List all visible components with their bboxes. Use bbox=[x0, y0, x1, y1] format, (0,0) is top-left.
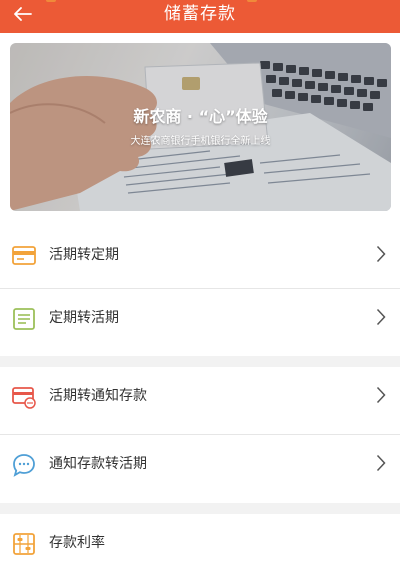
banner-subtitle: 大连农商银行手机银行全新上线 bbox=[130, 136, 271, 147]
menu-item-label: 通知存款转活期 bbox=[49, 456, 147, 472]
banner-title: 新农商 · “心”体验 bbox=[133, 107, 268, 126]
menu-group-notice: 活期转通知存款 通知存款转活期 bbox=[0, 367, 400, 503]
menu-item-label: 活期转定期 bbox=[49, 247, 119, 263]
menu-item-label: 活期转通知存款 bbox=[49, 388, 147, 404]
banner-image bbox=[10, 43, 391, 211]
menu-item-current-to-fixed[interactable]: 活期转定期 bbox=[0, 226, 400, 294]
card-message-icon bbox=[12, 387, 36, 409]
abacus-icon bbox=[13, 533, 35, 555]
menu-item-notice-to-current[interactable]: 通知存款转活期 bbox=[0, 435, 400, 503]
document-icon bbox=[13, 308, 35, 330]
menu-group-rates: 存款利率 bbox=[0, 514, 400, 582]
status-indicator-left bbox=[46, 0, 56, 2]
status-indicator-right bbox=[247, 0, 257, 2]
page-title: 储蓄存款 bbox=[164, 4, 236, 24]
chevron-right-icon bbox=[376, 386, 386, 404]
banner-section: 新农商 · “心”体验 大连农商银行手机银行全新上线 bbox=[0, 33, 400, 226]
top-bar: 储蓄存款 bbox=[0, 0, 400, 33]
menu-item-fixed-to-current[interactable]: 定期转活期 bbox=[0, 289, 400, 357]
menu-item-current-to-notice[interactable]: 活期转通知存款 bbox=[0, 367, 400, 435]
promo-banner[interactable]: 新农商 · “心”体验 大连农商银行手机银行全新上线 bbox=[10, 43, 391, 211]
menu-item-label: 定期转活期 bbox=[49, 310, 119, 326]
chat-bubble-icon bbox=[13, 454, 35, 477]
chevron-right-icon bbox=[376, 454, 386, 472]
chevron-right-icon bbox=[376, 245, 386, 263]
menu-group-transfer: 活期转定期 定期转活期 bbox=[0, 226, 400, 356]
menu-item-label: 存款利率 bbox=[49, 535, 105, 551]
chevron-right-icon bbox=[376, 308, 386, 326]
card-icon bbox=[12, 246, 36, 265]
menu-item-deposit-rates[interactable]: 存款利率 bbox=[0, 514, 400, 582]
